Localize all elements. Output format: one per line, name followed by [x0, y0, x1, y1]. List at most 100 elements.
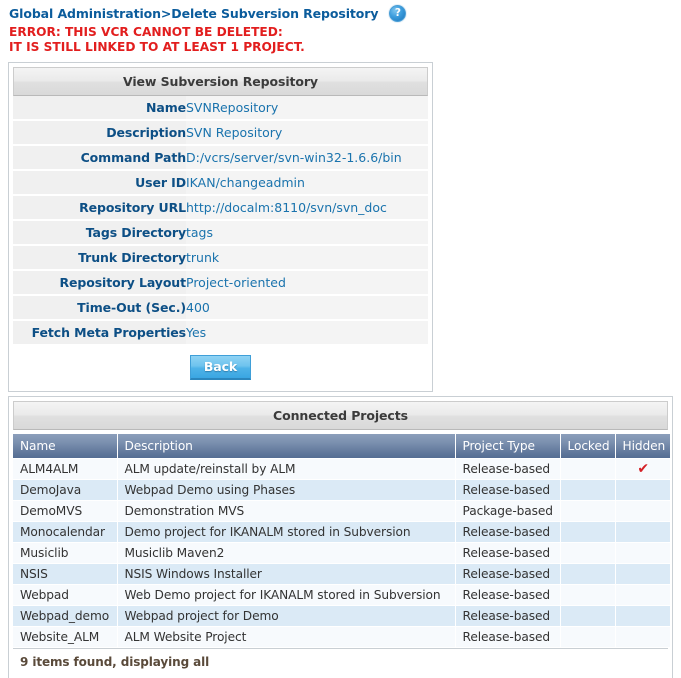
- cell-name: NSIS: [13, 563, 118, 585]
- checkmark-icon: ✔: [637, 460, 650, 477]
- detail-label: Command Path: [13, 145, 186, 171]
- detail-value: Project-oriented: [186, 270, 428, 296]
- detail-value: tags: [186, 220, 428, 246]
- cell-description: Webpad Demo using Phases: [117, 479, 456, 501]
- cell-name: DemoJava: [13, 479, 118, 501]
- detail-value: http://docalm:8110/svn/svn_doc: [186, 195, 428, 221]
- table-row[interactable]: Musiclib Musiclib Maven2 Release-based: [13, 542, 670, 564]
- repository-details-table: Name SVNRepository Description SVN Reposito…: [13, 96, 428, 346]
- detail-value: trunk: [186, 245, 428, 271]
- cell-locked: [560, 500, 616, 522]
- detail-label: Time-Out (Sec.): [13, 295, 186, 321]
- detail-label: Fetch Meta Properties: [13, 320, 186, 346]
- table-row[interactable]: NSIS NSIS Windows Installer Release-based: [13, 563, 670, 585]
- detail-row: User ID IKAN/changeadmin: [13, 170, 428, 196]
- table-row[interactable]: Monocalendar Demo project for IKANALM sto…: [13, 521, 670, 543]
- error-message-line-1: ERROR: THIS VCR CANNOT BE DELETED:: [9, 25, 283, 39]
- table-row[interactable]: Webpad_demo Webpad project for Demo Releas…: [13, 605, 670, 627]
- back-button[interactable]: Back: [189, 355, 252, 380]
- view-repository-title: View Subversion Repository: [13, 67, 428, 96]
- column-header-description[interactable]: Description: [117, 434, 456, 459]
- cell-type: Release-based: [455, 605, 561, 627]
- cell-name: Website_ALM: [13, 626, 118, 648]
- cell-locked: [560, 521, 616, 543]
- detail-label: Repository Layout: [13, 270, 186, 296]
- cell-locked: [560, 542, 616, 564]
- detail-label: Name: [13, 96, 186, 121]
- cell-locked: [560, 563, 616, 585]
- cell-type: Release-based: [455, 458, 561, 480]
- detail-value: D:/vcrs/server/svn-win32-1.6.6/bin: [186, 145, 428, 171]
- cell-description: Demo project for IKANALM stored in Subve…: [117, 521, 456, 543]
- table-row[interactable]: Webpad Web Demo project for IKANALM store…: [13, 584, 670, 606]
- detail-value: SVNRepository: [186, 96, 428, 121]
- table-header-row: Name Description Project Type Locked Hidden: [13, 434, 670, 459]
- cell-description: Musiclib Maven2: [117, 542, 456, 564]
- cell-type: Release-based: [455, 479, 561, 501]
- detail-row: Trunk Directory trunk: [13, 245, 428, 271]
- cell-type: Package-based: [455, 500, 561, 522]
- cell-type: Release-based: [455, 626, 561, 648]
- breadcrumb[interactable]: Global Administration>Delete Subversion …: [9, 6, 378, 21]
- connected-projects-table: Name Description Project Type Locked Hidden …: [13, 434, 670, 648]
- cell-hidden: ✔: [615, 458, 670, 480]
- cell-name: DemoMVS: [13, 500, 118, 522]
- cell-description: NSIS Windows Installer: [117, 563, 456, 585]
- detail-label: Repository URL: [13, 195, 186, 221]
- detail-row: Repository Layout Project-oriented: [13, 270, 428, 296]
- cell-name: Monocalendar: [13, 521, 118, 543]
- cell-name: Musiclib: [13, 542, 118, 564]
- detail-value: Yes: [186, 320, 428, 346]
- cell-hidden: [615, 626, 670, 648]
- column-header-name[interactable]: Name: [13, 434, 118, 459]
- table-row[interactable]: DemoMVS Demonstration MVS Package-based: [13, 500, 670, 522]
- cell-description: ALM update/reinstall by ALM: [117, 458, 456, 480]
- help-icon[interactable]: ?: [389, 5, 407, 22]
- connected-projects-panel: Connected Projects Name Description Projec…: [8, 396, 673, 678]
- cell-locked: [560, 479, 616, 501]
- column-header-project-type[interactable]: Project Type: [455, 434, 561, 459]
- button-row: Back: [13, 346, 428, 387]
- cell-description: Web Demo project for IKANALM stored in S…: [117, 584, 456, 606]
- cell-hidden: [615, 542, 670, 564]
- detail-label: Trunk Directory: [13, 245, 186, 271]
- cell-hidden: [615, 521, 670, 543]
- cell-description: Demonstration MVS: [117, 500, 456, 522]
- cell-type: Release-based: [455, 563, 561, 585]
- cell-hidden: [615, 479, 670, 501]
- table-row[interactable]: ALM4ALM ALM update/reinstall by ALM Releas…: [13, 458, 670, 480]
- cell-name: Webpad_demo: [13, 605, 118, 627]
- cell-type: Release-based: [455, 521, 561, 543]
- cell-name: ALM4ALM: [13, 458, 118, 480]
- detail-label: User ID: [13, 170, 186, 196]
- cell-locked: [560, 458, 616, 480]
- detail-value: 400: [186, 295, 428, 321]
- page-root: Global Administration>Delete Subversion …: [0, 0, 681, 678]
- error-message-line-2: IT IS STILL LINKED TO AT LEAST 1 PROJECT…: [9, 40, 305, 54]
- table-row[interactable]: Website_ALM ALM Website Project Release-ba…: [13, 626, 670, 648]
- cell-hidden: [615, 500, 670, 522]
- view-repository-panel: View Subversion Repository Name SVNReposi…: [8, 62, 433, 392]
- cell-name: Webpad: [13, 584, 118, 606]
- table-row[interactable]: DemoJava Webpad Demo using Phases Release-…: [13, 479, 670, 501]
- detail-row: Tags Directory tags: [13, 220, 428, 246]
- column-header-locked[interactable]: Locked: [560, 434, 616, 459]
- cell-locked: [560, 605, 616, 627]
- cell-hidden: [615, 563, 670, 585]
- detail-row: Description SVN Repository: [13, 120, 428, 146]
- detail-label: Tags Directory: [13, 220, 186, 246]
- detail-row: Name SVNRepository: [13, 96, 428, 121]
- cell-hidden: [615, 605, 670, 627]
- error-message: ERROR: THIS VCR CANNOT BE DELETED: IT IS…: [0, 22, 681, 55]
- detail-row: Time-Out (Sec.) 400: [13, 295, 428, 321]
- cell-description: Webpad project for Demo: [117, 605, 456, 627]
- cell-type: Release-based: [455, 584, 561, 606]
- cell-hidden: [615, 584, 670, 606]
- column-header-hidden[interactable]: Hidden: [615, 434, 670, 459]
- detail-row: Fetch Meta Properties Yes: [13, 320, 428, 346]
- results-count: 9 items found, displaying all: [13, 648, 668, 675]
- detail-row: Command Path D:/vcrs/server/svn-win32-1.6…: [13, 145, 428, 171]
- cell-description: ALM Website Project: [117, 626, 456, 648]
- cell-locked: [560, 584, 616, 606]
- page-header: Global Administration>Delete Subversion …: [0, 0, 681, 22]
